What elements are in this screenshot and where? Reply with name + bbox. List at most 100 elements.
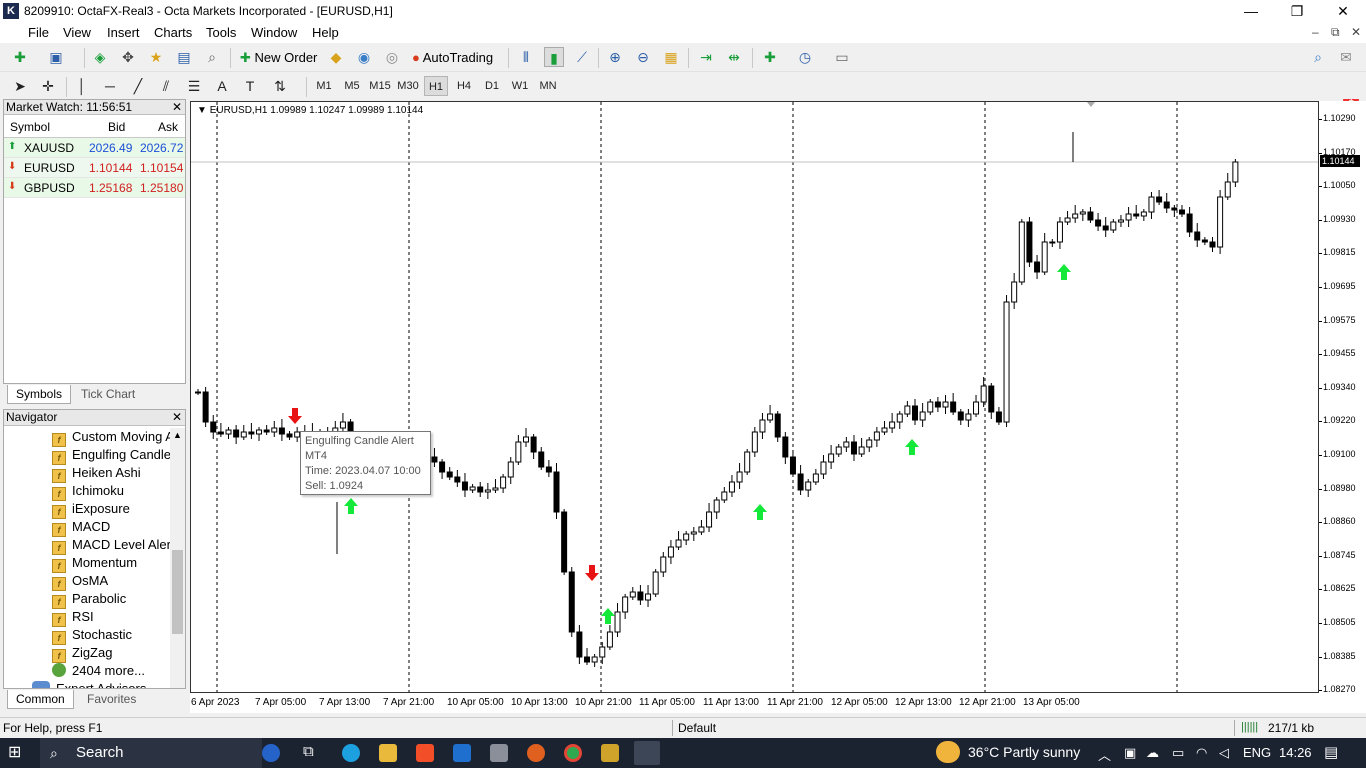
nav-item-more[interactable]: 2404 more... (52, 662, 145, 680)
timeframe-m30[interactable]: M30 (395, 76, 421, 96)
meet-icon[interactable]: ▣ (1124, 745, 1136, 761)
nav-item[interactable]: f Stochastic (52, 626, 132, 645)
file-explorer-icon[interactable] (379, 744, 397, 762)
scroll-up-icon[interactable]: ▲ (170, 428, 185, 442)
tab-common[interactable]: Common (7, 690, 74, 709)
notifications-icon[interactable]: ▤ (1324, 743, 1338, 761)
nav-item[interactable]: f RSI (52, 608, 94, 627)
timeframe-m5[interactable]: M5 (340, 76, 364, 96)
signals-icon[interactable]: ◎ (382, 47, 402, 67)
tile-windows-icon[interactable]: ▦ (661, 47, 681, 67)
calculator-icon[interactable] (490, 744, 508, 762)
outlook-icon[interactable] (453, 744, 471, 762)
taskbar-search[interactable]: ⌕ Search (40, 738, 280, 768)
menu-tools[interactable]: Tools (206, 25, 236, 40)
battery-icon[interactable]: ▭ (1172, 745, 1184, 761)
new-order-button[interactable]: ✚ New Order (238, 47, 317, 69)
market-watch-icon[interactable]: ◈ (90, 47, 110, 67)
nav-item[interactable]: f OsMA (52, 572, 108, 591)
scrollbar-thumb[interactable] (172, 550, 183, 634)
timeframe-w1[interactable]: W1 (508, 76, 532, 96)
channel-icon[interactable]: ⫽ (156, 76, 176, 96)
chevron-up-icon[interactable]: ︿ (1098, 745, 1111, 764)
tab-symbols[interactable]: Symbols (7, 385, 72, 404)
timeframe-h4[interactable]: H4 (452, 76, 476, 96)
text-icon[interactable]: A (212, 76, 232, 96)
tab-tick-chart[interactable]: Tick Chart (73, 385, 143, 404)
edge-icon[interactable] (342, 744, 360, 762)
timeframe-m1[interactable]: M1 (312, 76, 336, 96)
nav-item[interactable]: f Momentum (52, 554, 137, 573)
candlestick-chart[interactable] (191, 102, 1318, 692)
menu-insert[interactable]: Insert (107, 25, 140, 40)
mdi-close-button[interactable]: ✕ (1351, 25, 1361, 39)
autotrading-button[interactable]: ● AutoTrading (410, 47, 493, 69)
arrows-icon[interactable]: ⇅ (270, 76, 290, 96)
price-chart[interactable]: ▼ EURUSD,H1 1.09989 1.10247 1.09989 1.10… (190, 101, 1319, 693)
indicators-icon[interactable]: ✚ (760, 47, 780, 67)
timeframe-m15[interactable]: M15 (367, 76, 393, 96)
nav-item[interactable]: f iExposure (52, 500, 130, 519)
mdi-minimize-button[interactable]: – (1312, 25, 1319, 39)
close-icon[interactable]: ✕ (172, 100, 182, 114)
table-row[interactable]: ⬇ EURUSD 1.10144 1.10154 (4, 158, 185, 178)
profiles-icon[interactable]: ▣ (46, 47, 66, 67)
text-label-icon[interactable]: T (240, 76, 260, 96)
auto-scroll-icon[interactable]: ⇥ (696, 47, 716, 67)
templates-icon[interactable]: ▭ (832, 47, 852, 67)
bing-icon[interactable] (262, 744, 280, 762)
nav-item[interactable]: f MACD (52, 518, 110, 537)
terminal-icon[interactable]: ▤ (174, 47, 194, 67)
nav-expert-advisors[interactable]: Expert Advisors (32, 680, 146, 688)
column-bid[interactable]: Bid (108, 120, 125, 134)
community-icon[interactable]: ◉ (354, 47, 374, 67)
table-row[interactable]: ⬇ GBPUSD 1.25168 1.25180 (4, 178, 185, 198)
maximize-button[interactable]: ❐ (1274, 0, 1320, 23)
timeframe-h1[interactable]: H1 (424, 76, 448, 96)
menu-window[interactable]: Window (251, 25, 297, 40)
store-icon[interactable] (416, 744, 434, 762)
zoom-in-icon[interactable]: ⊕ (605, 47, 625, 67)
tab-favorites[interactable]: Favorites (79, 690, 144, 709)
chrome-icon[interactable] (564, 744, 582, 762)
horizontal-line-icon[interactable]: ─ (100, 76, 120, 96)
firefox-icon[interactable] (527, 744, 545, 762)
nav-item[interactable]: f Ichimoku (52, 482, 124, 501)
column-symbol[interactable]: Symbol (10, 120, 50, 134)
close-button[interactable]: ✕ (1320, 0, 1366, 23)
nav-item[interactable]: f Heiken Ashi (52, 464, 141, 483)
task-view-icon[interactable]: ⧉ (303, 743, 314, 760)
navigator-icon[interactable]: ★ (146, 47, 166, 67)
candlestick-icon[interactable]: ▮ (544, 47, 564, 67)
octafx-taskbar-icon[interactable] (634, 741, 660, 765)
timeframe-d1[interactable]: D1 (480, 76, 504, 96)
clock[interactable]: 14:26 (1279, 745, 1312, 760)
fibonacci-icon[interactable]: ☰ (184, 76, 204, 96)
new-chart-icon[interactable]: ✚ (10, 47, 30, 67)
minimize-button[interactable]: — (1228, 0, 1274, 23)
chat-icon[interactable]: ✉ (1336, 47, 1356, 67)
volume-icon[interactable]: ◁ (1219, 745, 1229, 761)
metaeditor-taskbar-icon[interactable] (601, 744, 619, 762)
nav-item[interactable]: f Custom Moving A (52, 428, 174, 447)
chart-shift-icon[interactable]: ⇹ (724, 47, 744, 67)
bar-chart-icon[interactable]: ⫴ (516, 47, 536, 67)
close-icon[interactable]: ✕ (172, 410, 182, 425)
vertical-line-icon[interactable]: │ (72, 76, 92, 96)
nav-item[interactable]: f ZigZag (52, 644, 112, 663)
chart-menu-arrow-icon[interactable]: ▼ (197, 105, 207, 116)
menu-view[interactable]: View (63, 25, 91, 40)
wifi-icon[interactable]: ◠ (1196, 745, 1207, 761)
cloud-icon[interactable]: ☁ (1146, 745, 1159, 761)
nav-item[interactable]: f Engulfing Candle (52, 446, 171, 465)
timeframe-mn[interactable]: MN (535, 76, 561, 96)
nav-item[interactable]: f Parabolic (52, 590, 126, 609)
nav-item[interactable]: f MACD Level Alert (52, 536, 175, 555)
column-ask[interactable]: Ask (158, 120, 178, 134)
profile-name[interactable]: Default (678, 721, 716, 735)
table-row[interactable]: ⬆ XAUUSD 2026.49 2026.72 (4, 138, 185, 158)
mdi-restore-button[interactable]: ⧉ (1331, 25, 1340, 40)
menu-charts[interactable]: Charts (154, 25, 192, 40)
menu-help[interactable]: Help (312, 25, 339, 40)
periods-icon[interactable]: ◷ (795, 47, 815, 67)
